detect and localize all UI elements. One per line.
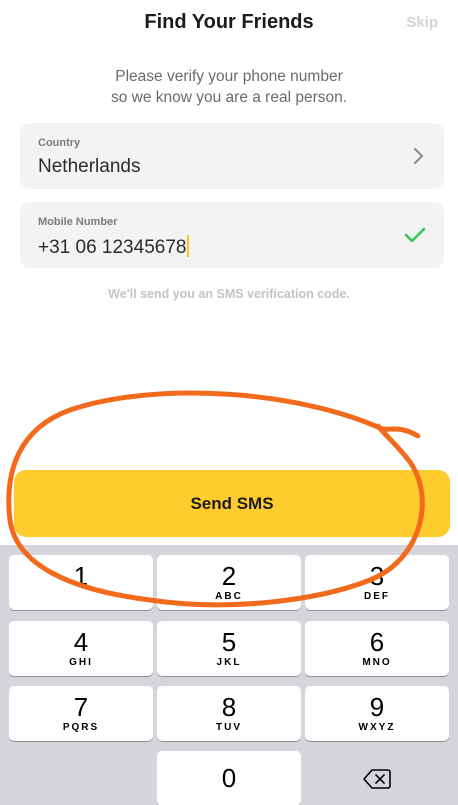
key-digit: 6	[369, 627, 385, 657]
keypad-delete-key[interactable]	[305, 751, 449, 805]
keypad-empty-slot	[9, 751, 153, 805]
keypad-key-0[interactable]: 0	[157, 751, 301, 805]
key-digit: 0	[221, 763, 237, 793]
skip-button[interactable]: Skip	[406, 14, 438, 31]
chevron-right-icon	[413, 147, 424, 165]
subtitle: Please verify your phone number so we kn…	[0, 66, 458, 108]
keypad-key-4[interactable]: 4 GHI	[9, 621, 153, 676]
country-selector[interactable]: Country Netherlands	[20, 123, 444, 189]
key-letters: PQRS	[62, 722, 100, 733]
text-caret	[187, 235, 190, 257]
key-digit: 3	[369, 561, 385, 591]
keypad-key-8[interactable]: 8 TUV	[157, 686, 301, 741]
mobile-number-field[interactable]: Mobile Number +31 06 12345678	[20, 202, 444, 268]
keypad-key-7[interactable]: 7 PQRS	[9, 686, 153, 741]
key-letters: ABC	[215, 591, 243, 602]
key-digit: 1	[73, 561, 89, 591]
country-value: Netherlands	[38, 156, 141, 177]
key-digit: 5	[221, 627, 237, 657]
keypad-key-9[interactable]: 9 WXYZ	[305, 686, 449, 741]
key-digit: 4	[73, 627, 89, 657]
keypad-key-2[interactable]: 2 ABC	[157, 555, 301, 610]
keypad-key-5[interactable]: 5 JKL	[157, 621, 301, 676]
numeric-keypad: 1 2 ABC 3 DEF 4 GHI 5 JKL 6 MNO 7 PQRS 8…	[0, 545, 458, 805]
sms-hint-text: We'll send you an SMS verification code.	[108, 287, 350, 301]
key-letters: DEF	[364, 591, 390, 602]
key-letters: WXYZ	[358, 722, 396, 733]
keypad-key-6[interactable]: 6 MNO	[305, 621, 449, 676]
send-sms-button[interactable]: Send SMS	[14, 470, 450, 537]
mobile-number-value: +31 06 12345678	[38, 237, 187, 258]
key-letters: TUV	[216, 722, 242, 733]
key-digit: 8	[221, 692, 237, 722]
subtitle-line-2: so we know you are a real person.	[110, 89, 348, 106]
key-digit: 2	[221, 561, 237, 591]
keypad-key-3[interactable]: 3 DEF	[305, 555, 449, 610]
subtitle-line-1: Please verify your phone number	[115, 68, 343, 85]
keypad-key-1[interactable]: 1	[9, 555, 153, 610]
checkmark-icon	[404, 227, 426, 243]
backspace-icon	[363, 769, 391, 789]
nav-header: Find Your Friends Skip	[0, 0, 458, 50]
key-letters: MNO	[362, 657, 392, 668]
key-digit: 7	[73, 692, 89, 722]
page-title: Find Your Friends	[144, 11, 314, 33]
key-letters: JKL	[216, 657, 242, 668]
key-digit: 9	[369, 692, 385, 722]
mobile-number-input[interactable]: +31 06 12345678	[38, 235, 190, 259]
mobile-number-label: Mobile Number	[38, 216, 118, 228]
country-label: Country	[38, 137, 81, 149]
key-letters: GHI	[69, 657, 93, 668]
